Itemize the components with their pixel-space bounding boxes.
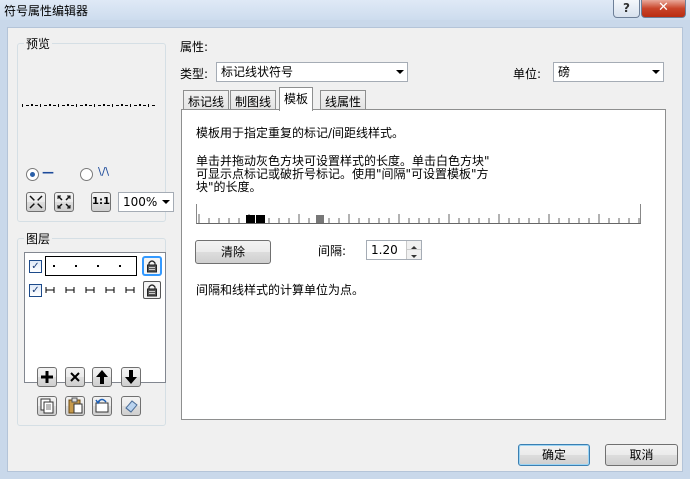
copy-icon bbox=[40, 398, 54, 414]
template-gray-handle[interactable] bbox=[316, 215, 324, 223]
add-layer-button[interactable] bbox=[37, 367, 57, 387]
spin-down-button[interactable] bbox=[407, 250, 421, 259]
layer-preview-dots bbox=[45, 256, 137, 276]
spin-up-button[interactable] bbox=[407, 241, 421, 250]
bars-graphic bbox=[45, 287, 135, 293]
unit-select[interactable]: 磅 bbox=[553, 62, 664, 82]
paste-icon bbox=[68, 397, 83, 414]
zoom-select[interactable]: 100% bbox=[118, 192, 174, 212]
preview-group: 预览 — \/\ 1:1 100% bbox=[17, 35, 174, 222]
layer-row[interactable]: ✓ bbox=[27, 279, 163, 301]
dialog-body: 预览 — \/\ 1:1 100% 图层 ✓ ✓ 属性: 类型: 标记线状符号 … bbox=[7, 27, 683, 472]
window-title: 符号属性编辑器 bbox=[4, 4, 89, 18]
layer-preview-bars bbox=[45, 281, 137, 299]
dots-graphic bbox=[53, 265, 121, 267]
layer-visible-checkbox[interactable]: ✓ bbox=[29, 260, 42, 273]
interval-value: 1.20 bbox=[371, 243, 398, 257]
help-button[interactable]: ? bbox=[613, 0, 640, 18]
layer-lock-button[interactable] bbox=[143, 281, 161, 299]
template-instructions-line3: 块"的长度。 bbox=[196, 180, 262, 194]
zoom-in-icon bbox=[29, 195, 43, 209]
template-black-square[interactable] bbox=[246, 215, 255, 223]
template-ruler-graphic bbox=[198, 214, 640, 223]
wave-mode-radio[interactable] bbox=[80, 168, 93, 181]
symbol-type-value: 标记线状符号 bbox=[221, 65, 294, 79]
zoom-out-button[interactable] bbox=[54, 192, 74, 212]
tab-template[interactable]: 模板 bbox=[279, 87, 314, 111]
copy-layer-button[interactable] bbox=[37, 396, 57, 416]
clear-layer-button[interactable] bbox=[121, 396, 141, 416]
zoom-value: 100% bbox=[123, 195, 158, 209]
layer-visible-checkbox[interactable]: ✓ bbox=[29, 284, 42, 297]
zoom-in-button[interactable] bbox=[26, 192, 46, 212]
close-button[interactable]: ✕ bbox=[641, 0, 686, 18]
lock-icon bbox=[147, 260, 157, 273]
line-mode-radio[interactable] bbox=[26, 168, 39, 181]
undo-icon bbox=[95, 398, 109, 413]
symbol-type-select[interactable]: 标记线状符号 bbox=[216, 62, 408, 82]
interval-label: 间隔: bbox=[318, 244, 347, 258]
zoom-out-icon bbox=[57, 195, 71, 209]
arrow-up-icon bbox=[96, 370, 108, 384]
properties-label: 属性: bbox=[180, 40, 209, 54]
preview-canvas bbox=[22, 99, 156, 111]
template-intro: 模板用于指定重复的标记/间距线样式。 bbox=[196, 126, 405, 140]
interval-stepper[interactable]: 1.20 bbox=[366, 240, 422, 260]
lock-icon bbox=[147, 284, 157, 297]
chevron-down-icon bbox=[652, 70, 660, 74]
arrow-down-icon bbox=[125, 370, 137, 384]
line-mode-glyph: — bbox=[42, 165, 54, 179]
template-editor-bar[interactable] bbox=[196, 204, 641, 224]
unit-label: 单位: bbox=[513, 67, 542, 81]
template-footnote: 间隔和线样式的计算单位为点。 bbox=[196, 283, 365, 297]
preview-line-graphic bbox=[22, 104, 155, 107]
symbol-property-editor-window: 符号属性编辑器 ? ✕ 预览 — \/\ 1:1 100% 图层 ✓ ✓ 属性:… bbox=[0, 0, 690, 479]
interval-spin-buttons bbox=[406, 241, 421, 259]
ok-button[interactable]: 确定 bbox=[518, 444, 590, 466]
paste-layer-button[interactable] bbox=[65, 396, 85, 416]
layer-row[interactable]: ✓ bbox=[27, 255, 163, 277]
tab-line-properties[interactable]: 线属性 bbox=[320, 90, 367, 110]
template-tab-panel: 模板用于指定重复的标记/间距线样式。 单击并拖动灰色方块可设置样式的长度。单击白… bbox=[181, 109, 666, 420]
type-label: 类型: bbox=[180, 67, 209, 81]
title-bar: 符号属性编辑器 ? ✕ bbox=[0, 0, 690, 20]
tab-marker-line[interactable]: 标记线 bbox=[183, 90, 230, 110]
plus-icon bbox=[41, 371, 53, 383]
caret-down-icon bbox=[411, 255, 417, 258]
layers-group-label: 图层 bbox=[24, 230, 53, 247]
template-black-square[interactable] bbox=[256, 215, 265, 223]
move-layer-down-button[interactable] bbox=[121, 367, 141, 387]
eraser-icon bbox=[125, 400, 138, 413]
chevron-down-icon bbox=[396, 70, 404, 74]
layer-lock-button[interactable] bbox=[143, 257, 161, 275]
cancel-button[interactable]: 取消 bbox=[605, 444, 678, 466]
wave-mode-glyph: \/\ bbox=[98, 165, 110, 178]
clear-button[interactable]: 清除 bbox=[195, 240, 271, 264]
delete-icon bbox=[70, 372, 80, 382]
tab-cartographic-line[interactable]: 制图线 bbox=[230, 90, 277, 110]
preview-group-label: 预览 bbox=[24, 35, 53, 52]
actual-size-button[interactable]: 1:1 bbox=[91, 192, 111, 212]
remove-layer-button[interactable] bbox=[65, 367, 85, 387]
restore-layer-button[interactable] bbox=[92, 396, 112, 416]
layer-list[interactable]: ✓ ✓ bbox=[24, 252, 166, 383]
chevron-down-icon bbox=[162, 200, 170, 204]
unit-value: 磅 bbox=[558, 65, 571, 79]
move-layer-up-button[interactable] bbox=[92, 367, 112, 387]
